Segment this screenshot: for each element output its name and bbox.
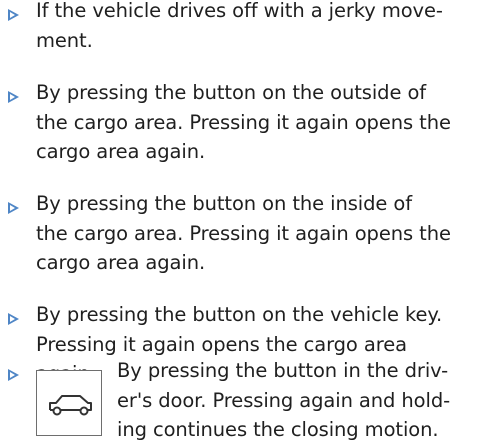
triangle-bullet-icon (8, 91, 19, 103)
text-line: cargo area again. (36, 140, 206, 163)
text-line: If the vehicle drives off with a jerky m… (36, 0, 443, 22)
triangle-bullet-icon (8, 313, 19, 325)
text-line: the cargo area. Pressing it again opens … (36, 110, 451, 134)
text-line: cargo area again. (36, 251, 206, 274)
text-line: er's door. Pressing again and hold- (117, 388, 451, 412)
text-line: ing continues the closing motion. (117, 418, 439, 441)
list-item-text: By pressing the button on the outside of… (36, 78, 482, 167)
text-line: Pressing it again opens the cargo area (36, 332, 407, 356)
triangle-bullet-icon (8, 369, 19, 381)
text-line: By pressing the button on the inside of (36, 192, 412, 215)
text-line: By pressing the button on the vehicle ke… (36, 303, 443, 326)
text-line: ment. (36, 28, 93, 52)
triangle-bullet-icon (8, 9, 19, 21)
list-item-text: By pressing the button on the inside of … (36, 189, 482, 278)
triangle-bullet-icon (8, 202, 19, 214)
text-line: By pressing the button in the driv- (117, 359, 449, 382)
text-line: By pressing the button on the outside of (36, 81, 427, 104)
tailgate-car-icon (49, 395, 92, 416)
tailgate-car-icon-box (36, 370, 102, 436)
text-line: the cargo area. Pressing it again opens … (36, 221, 451, 245)
list-item-text: If the vehicle drives off with a jerky m… (36, 0, 482, 55)
list-item-text: By pressing the button in the driv- er's… (117, 356, 482, 445)
